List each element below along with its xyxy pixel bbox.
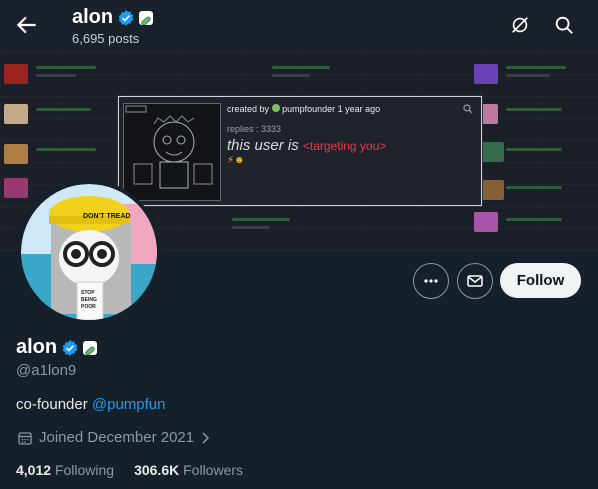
banner-blur-text	[506, 74, 550, 77]
creator-avatar-icon	[271, 104, 280, 112]
following-link[interactable]: 4,012 Following	[16, 462, 114, 478]
card-replies: replies : 3333	[227, 124, 282, 134]
profile-name-row: alon	[16, 336, 98, 359]
card-main-text: this user is <targeting you>	[227, 137, 386, 154]
banner-thumb	[4, 178, 28, 198]
follow-button[interactable]: Follow	[500, 263, 581, 298]
message-button[interactable]	[457, 263, 493, 299]
banner-blur-text	[232, 218, 290, 221]
banner-blur-text	[506, 66, 566, 69]
following-label: Following	[54, 462, 115, 478]
banner-blur-text	[36, 74, 76, 77]
profile-handle: @a1lon9	[16, 362, 77, 379]
verified-badge-icon[interactable]	[117, 9, 135, 27]
card-created-line: created by pumpfounder 1 year ago	[227, 104, 380, 114]
banner-blur-text	[36, 108, 91, 111]
banner-thumb	[4, 104, 28, 124]
search-icon[interactable]	[553, 14, 575, 36]
banner-thumb	[480, 180, 504, 200]
display-name: alon	[16, 336, 58, 358]
card-search-icon	[463, 104, 473, 114]
top-bar: alon 6,695 posts	[0, 0, 598, 50]
card-sketch-image	[123, 103, 221, 201]
more-dots-icon	[424, 279, 438, 283]
verified-badge-icon[interactable]	[61, 339, 79, 357]
header-name: alon	[72, 6, 114, 28]
joined-text: Joined December 2021	[39, 429, 195, 446]
svg-text:DON'T TREAD: DON'T TREAD	[83, 213, 131, 220]
grok-icon[interactable]	[509, 14, 531, 36]
card-emoji-row: ⚡☻	[227, 155, 245, 166]
followers-label: Followers	[183, 462, 244, 478]
banner-thumb	[4, 64, 28, 84]
back-arrow-icon[interactable]	[14, 12, 40, 38]
pill-affiliate-icon[interactable]	[83, 340, 98, 355]
calendar-icon	[18, 431, 32, 445]
svg-text:STOP: STOP	[81, 290, 95, 296]
following-count: 4,012	[16, 462, 52, 478]
banner-blur-text	[36, 148, 96, 151]
banner-thumb	[480, 142, 504, 162]
header-posts-count: 6,695 posts	[72, 31, 140, 46]
svg-text:POOR: POOR	[81, 304, 96, 310]
follow-stats: 4,012 Following 306.6K Followers	[16, 462, 243, 478]
bio-mention-link[interactable]: @pumpfun	[92, 396, 166, 413]
card-creator: pumpfounder	[282, 104, 336, 114]
sketch-drawing	[125, 105, 213, 189]
more-options-button[interactable]	[413, 263, 449, 299]
banner-post-card: created by pumpfounder 1 year ago replie…	[118, 96, 482, 206]
pill-affiliate-icon[interactable]	[139, 10, 154, 25]
envelope-icon	[467, 275, 483, 287]
banner-blur-text	[506, 218, 562, 221]
banner-blur-text	[36, 66, 96, 69]
svg-text:BEING: BEING	[81, 297, 97, 303]
joined-date-row[interactable]: Joined December 2021	[17, 429, 210, 446]
profile-bio: co-founder @pumpfun	[16, 396, 166, 413]
card-time: 1 year ago	[337, 104, 381, 114]
chevron-right-icon	[202, 431, 210, 444]
card-highlight: <targeting you>	[302, 139, 387, 153]
followers-link[interactable]: 306.6K Followers	[134, 462, 243, 478]
banner-blur-text	[506, 108, 562, 111]
banner-blur-text	[232, 226, 270, 229]
avatar[interactable]: DON'T TREAD STOP BEING POOR	[17, 180, 161, 324]
banner-thumb	[474, 212, 498, 232]
banner-blur-text	[506, 148, 562, 151]
banner-thumb	[474, 64, 498, 84]
followers-count: 306.6K	[134, 462, 180, 478]
banner-blur-text	[506, 186, 562, 189]
banner-blur-text	[272, 66, 330, 69]
banner-thumb	[4, 144, 28, 164]
banner-blur-text	[272, 74, 310, 77]
header-name-row: alon	[72, 6, 154, 29]
card-created-label: created by	[227, 104, 270, 114]
bio-text: co-founder	[16, 396, 88, 413]
avatar-image: DON'T TREAD STOP BEING POOR	[21, 184, 157, 320]
card-main-label: this user is	[227, 137, 299, 154]
